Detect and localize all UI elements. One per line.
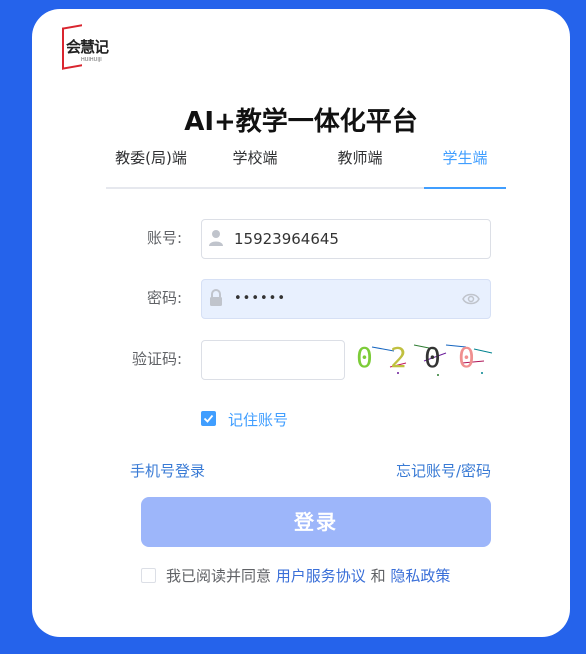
- role-tabs: 教委(局)端 学校端 教师端 学生端: [106, 147, 506, 189]
- password-label: 密码:: [146, 289, 182, 307]
- tab-school[interactable]: 学校端: [210, 147, 300, 187]
- agreement-and: 和: [370, 567, 386, 585]
- tab-teacher[interactable]: 教师端: [315, 147, 405, 187]
- phone-login-link[interactable]: 手机号登录: [130, 460, 205, 481]
- captcha-char: 2: [390, 341, 407, 374]
- account-field[interactable]: 15923964645: [201, 219, 491, 259]
- tab-student[interactable]: 学生端: [420, 147, 510, 189]
- remember-label[interactable]: 记住账号: [228, 409, 288, 430]
- terms-link[interactable]: 用户服务协议: [276, 567, 366, 585]
- account-label: 账号:: [146, 229, 182, 247]
- captcha-image[interactable]: 0 2 0 0: [354, 339, 494, 379]
- privacy-link[interactable]: 隐私政策: [390, 567, 450, 585]
- app-logo: 会慧记 HUIHUIJI: [62, 24, 109, 70]
- login-button[interactable]: 登录: [141, 497, 491, 547]
- agreement-text: 我已阅读并同意 用户服务协议 和 隐私政策: [166, 565, 450, 586]
- login-card: 会慧记 HUIHUIJI AI+教学一体化平台 教委(局)端 学校端 教师端 学…: [32, 9, 570, 637]
- logo-subtext: HUIHUIJI: [81, 57, 102, 63]
- page-title: AI+教学一体化平台: [184, 107, 418, 137]
- captcha-char: 0: [458, 341, 475, 374]
- account-input[interactable]: 15923964645: [234, 220, 454, 258]
- password-field[interactable]: ••••••: [201, 279, 491, 319]
- captcha-label: 验证码:: [131, 350, 182, 368]
- lock-icon: [208, 289, 224, 307]
- eye-icon[interactable]: [462, 291, 480, 307]
- checkmark-icon: [203, 414, 214, 423]
- user-icon: [208, 229, 224, 247]
- remember-checkbox[interactable]: [201, 411, 216, 426]
- logo-text: 会慧记: [66, 38, 109, 56]
- forgot-password-link[interactable]: 忘记账号/密码: [396, 460, 491, 481]
- captcha-field[interactable]: [201, 340, 345, 380]
- tab-education-bureau[interactable]: 教委(局)端: [106, 147, 196, 187]
- agreement-checkbox[interactable]: [141, 568, 156, 583]
- captcha-char: 0: [424, 341, 441, 374]
- password-input[interactable]: ••••••: [234, 280, 454, 318]
- captcha-char: 0: [356, 341, 373, 374]
- agreement-prefix: 我已阅读并同意: [166, 567, 272, 585]
